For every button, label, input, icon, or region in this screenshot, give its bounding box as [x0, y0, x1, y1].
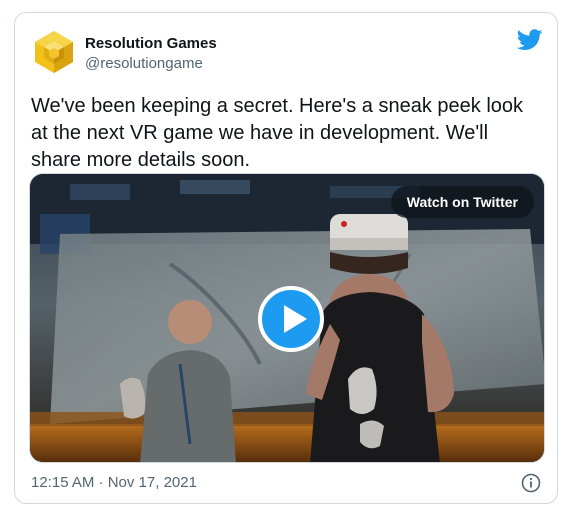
resolution-games-logo[interactable] [31, 29, 77, 75]
video-thumbnail[interactable]: Watch on Twitter [29, 173, 545, 463]
twitter-bird-icon[interactable] [517, 29, 543, 51]
tweet-footer: 12:15 AM · Nov 17, 2021 [31, 471, 543, 495]
info-icon[interactable] [521, 473, 541, 493]
watch-on-twitter-button[interactable]: Watch on Twitter [390, 186, 534, 218]
tweet-text: We've been keeping a secret. Here's a sn… [31, 95, 524, 171]
tweet-card[interactable]: Resolution Games @resolutiongame We've b… [14, 12, 558, 504]
play-icon[interactable] [258, 286, 324, 352]
tweet-timestamp[interactable]: 12:15 AM · Nov 17, 2021 [31, 474, 197, 491]
author-handle[interactable]: @resolutiongame [85, 54, 217, 74]
author-name[interactable]: Resolution Games [85, 35, 217, 53]
